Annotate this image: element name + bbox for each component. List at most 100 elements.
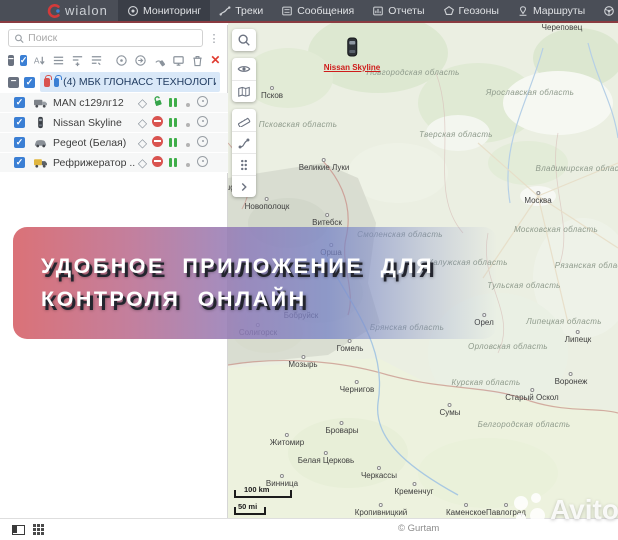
city-label: Москва <box>524 191 552 205</box>
nav-tracks[interactable]: Треки <box>210 0 272 21</box>
messages-icon <box>281 5 293 17</box>
sensor-bars-icon <box>165 114 180 132</box>
map-traffic-button[interactable] <box>232 153 256 175</box>
city-label: Новополоцк <box>245 197 289 211</box>
menu-dots-icon[interactable]: ⋮ <box>208 32 220 45</box>
map-layers-button[interactable] <box>232 80 256 102</box>
unit-checkbox[interactable]: ✓ <box>14 117 25 128</box>
nav-drivers[interactable]: Водители <box>594 0 618 21</box>
region-label: Тверская область <box>419 130 493 139</box>
status-dot-icon <box>180 114 195 132</box>
app-logo: wialon <box>0 0 118 21</box>
city-label: Бровары <box>326 421 358 435</box>
status-dot-icon <box>180 134 195 152</box>
search-icon <box>238 34 250 46</box>
monitoring-icon <box>127 5 139 17</box>
sort-az-icon[interactable]: A <box>33 54 46 67</box>
group-checkbox[interactable]: ✓ <box>24 76 35 88</box>
locate-target-icon[interactable] <box>195 114 210 132</box>
trash-icon[interactable] <box>191 54 204 67</box>
locate-target-icon[interactable] <box>195 94 210 112</box>
unit-row[interactable]: ✓ Nissan Skyline ◇ <box>0 113 228 133</box>
nav-label: Маршруты <box>532 4 586 17</box>
geofences-icon <box>443 5 455 17</box>
connection-blocked-icon <box>150 154 165 172</box>
select-all-checkbox[interactable]: ✓ <box>19 54 28 66</box>
unit-checkbox[interactable]: ✓ <box>14 157 25 168</box>
city-dot-icon <box>411 482 416 486</box>
close-icon[interactable]: ✕ <box>210 54 220 66</box>
city-dot-icon <box>340 421 344 425</box>
sensor-bars-icon <box>165 134 180 152</box>
locate-target-icon[interactable] <box>195 134 210 152</box>
drivers-icon <box>603 5 615 17</box>
show-on-map-icon[interactable] <box>115 54 128 67</box>
nav-label: Треки <box>235 4 264 17</box>
connection-blocked-icon <box>150 114 165 132</box>
map-visibility-button[interactable] <box>232 58 256 80</box>
apps-grid-icon[interactable] <box>33 524 45 536</box>
map-routes-button[interactable] <box>232 131 256 153</box>
search-box[interactable] <box>8 29 203 47</box>
city-label: Гомель <box>337 339 363 353</box>
lock-icon-blue <box>53 74 62 87</box>
city-dot-icon <box>284 433 289 437</box>
nav-monitoring[interactable]: Мониторинг <box>118 0 211 21</box>
city-dot-icon <box>355 380 359 384</box>
city-dot-icon <box>464 503 468 507</box>
group-collapse-checkbox[interactable]: − <box>8 76 19 88</box>
city-label: Кропивницкий <box>355 503 407 517</box>
details-diamond-icon: ◇ <box>137 155 148 170</box>
nav-reports[interactable]: Отчеты <box>363 0 433 21</box>
truck-yellow-icon <box>32 156 48 170</box>
unit-checkbox[interactable]: ✓ <box>14 97 25 108</box>
unit-marker[interactable]: Nissan Skyline <box>324 37 380 72</box>
locate-target-icon[interactable] <box>195 154 210 172</box>
city-dot-icon <box>569 372 573 376</box>
promo-banner: УДОБНОЕ ПРИЛОЖЕНИЕ ДЛЯ КОНТРОЛЯ ОНЛАЙН <box>13 227 497 339</box>
unit-marker-label: Nissan Skyline <box>323 63 381 72</box>
follow-units-icon[interactable] <box>134 54 147 67</box>
map-book-icon <box>238 86 250 97</box>
connection-state-icon[interactable] <box>153 54 166 67</box>
avito-watermark-text: Avito <box>550 494 618 525</box>
unit-name[interactable]: Рефрижератор ... <box>53 157 135 169</box>
details-diamond-icon: ◇ <box>137 95 148 110</box>
city-dot-icon <box>448 403 452 407</box>
add-to-list-icon[interactable] <box>71 54 84 67</box>
unit-name[interactable]: MAN с129лг12 <box>53 97 135 109</box>
collapse-all-checkbox[interactable]: − <box>8 54 14 66</box>
region-label: Псковская область <box>258 120 338 129</box>
map-expand-button[interactable] <box>232 175 256 197</box>
car-icon <box>32 136 48 150</box>
unit-name[interactable]: Nissan Skyline <box>53 117 135 129</box>
unit-row[interactable]: ✓ MAN с129лг12 ◇ <box>0 93 228 113</box>
nav-routes[interactable]: Маршруты <box>508 0 594 21</box>
city-dot-icon <box>536 191 540 195</box>
eye-icon <box>237 66 251 72</box>
city-label: Сумы <box>440 403 460 417</box>
map-ruler-button[interactable] <box>232 109 256 131</box>
scale-mi-bar <box>234 507 266 515</box>
unit-name[interactable]: Pegeot (Белая) <box>53 137 135 149</box>
scale-km-label: 100 km <box>244 485 270 494</box>
toggle-sidebar-icon[interactable] <box>12 525 25 535</box>
unit-checkbox[interactable]: ✓ <box>14 137 25 148</box>
nav-messages[interactable]: Сообщения <box>272 0 363 21</box>
app-logo-text: wialon <box>65 3 108 18</box>
unit-row[interactable]: ✓ Рефрижератор ... ◇ <box>0 153 228 173</box>
map-search-button[interactable] <box>232 29 256 51</box>
region-label: Новгородская область <box>366 68 460 77</box>
nav-geofences[interactable]: Геозоны <box>434 0 508 21</box>
city-dot-icon <box>378 503 383 507</box>
show-all-list-icon[interactable] <box>90 54 103 67</box>
city-dot-icon <box>347 339 352 343</box>
city-dot-icon <box>529 388 534 392</box>
search-input[interactable] <box>28 32 197 44</box>
monitor-icon[interactable] <box>172 54 185 67</box>
unit-row[interactable]: ✓ Pegeot (Белая) ◇ <box>0 133 228 153</box>
unit-group-row[interactable]: − ✓ (4) МБК ГЛОНАСС ТЕХНОЛОГИИ (de... <box>0 72 228 92</box>
search-icon <box>15 33 24 43</box>
list-view-icon[interactable] <box>52 54 65 67</box>
city-dot-icon <box>504 503 508 507</box>
